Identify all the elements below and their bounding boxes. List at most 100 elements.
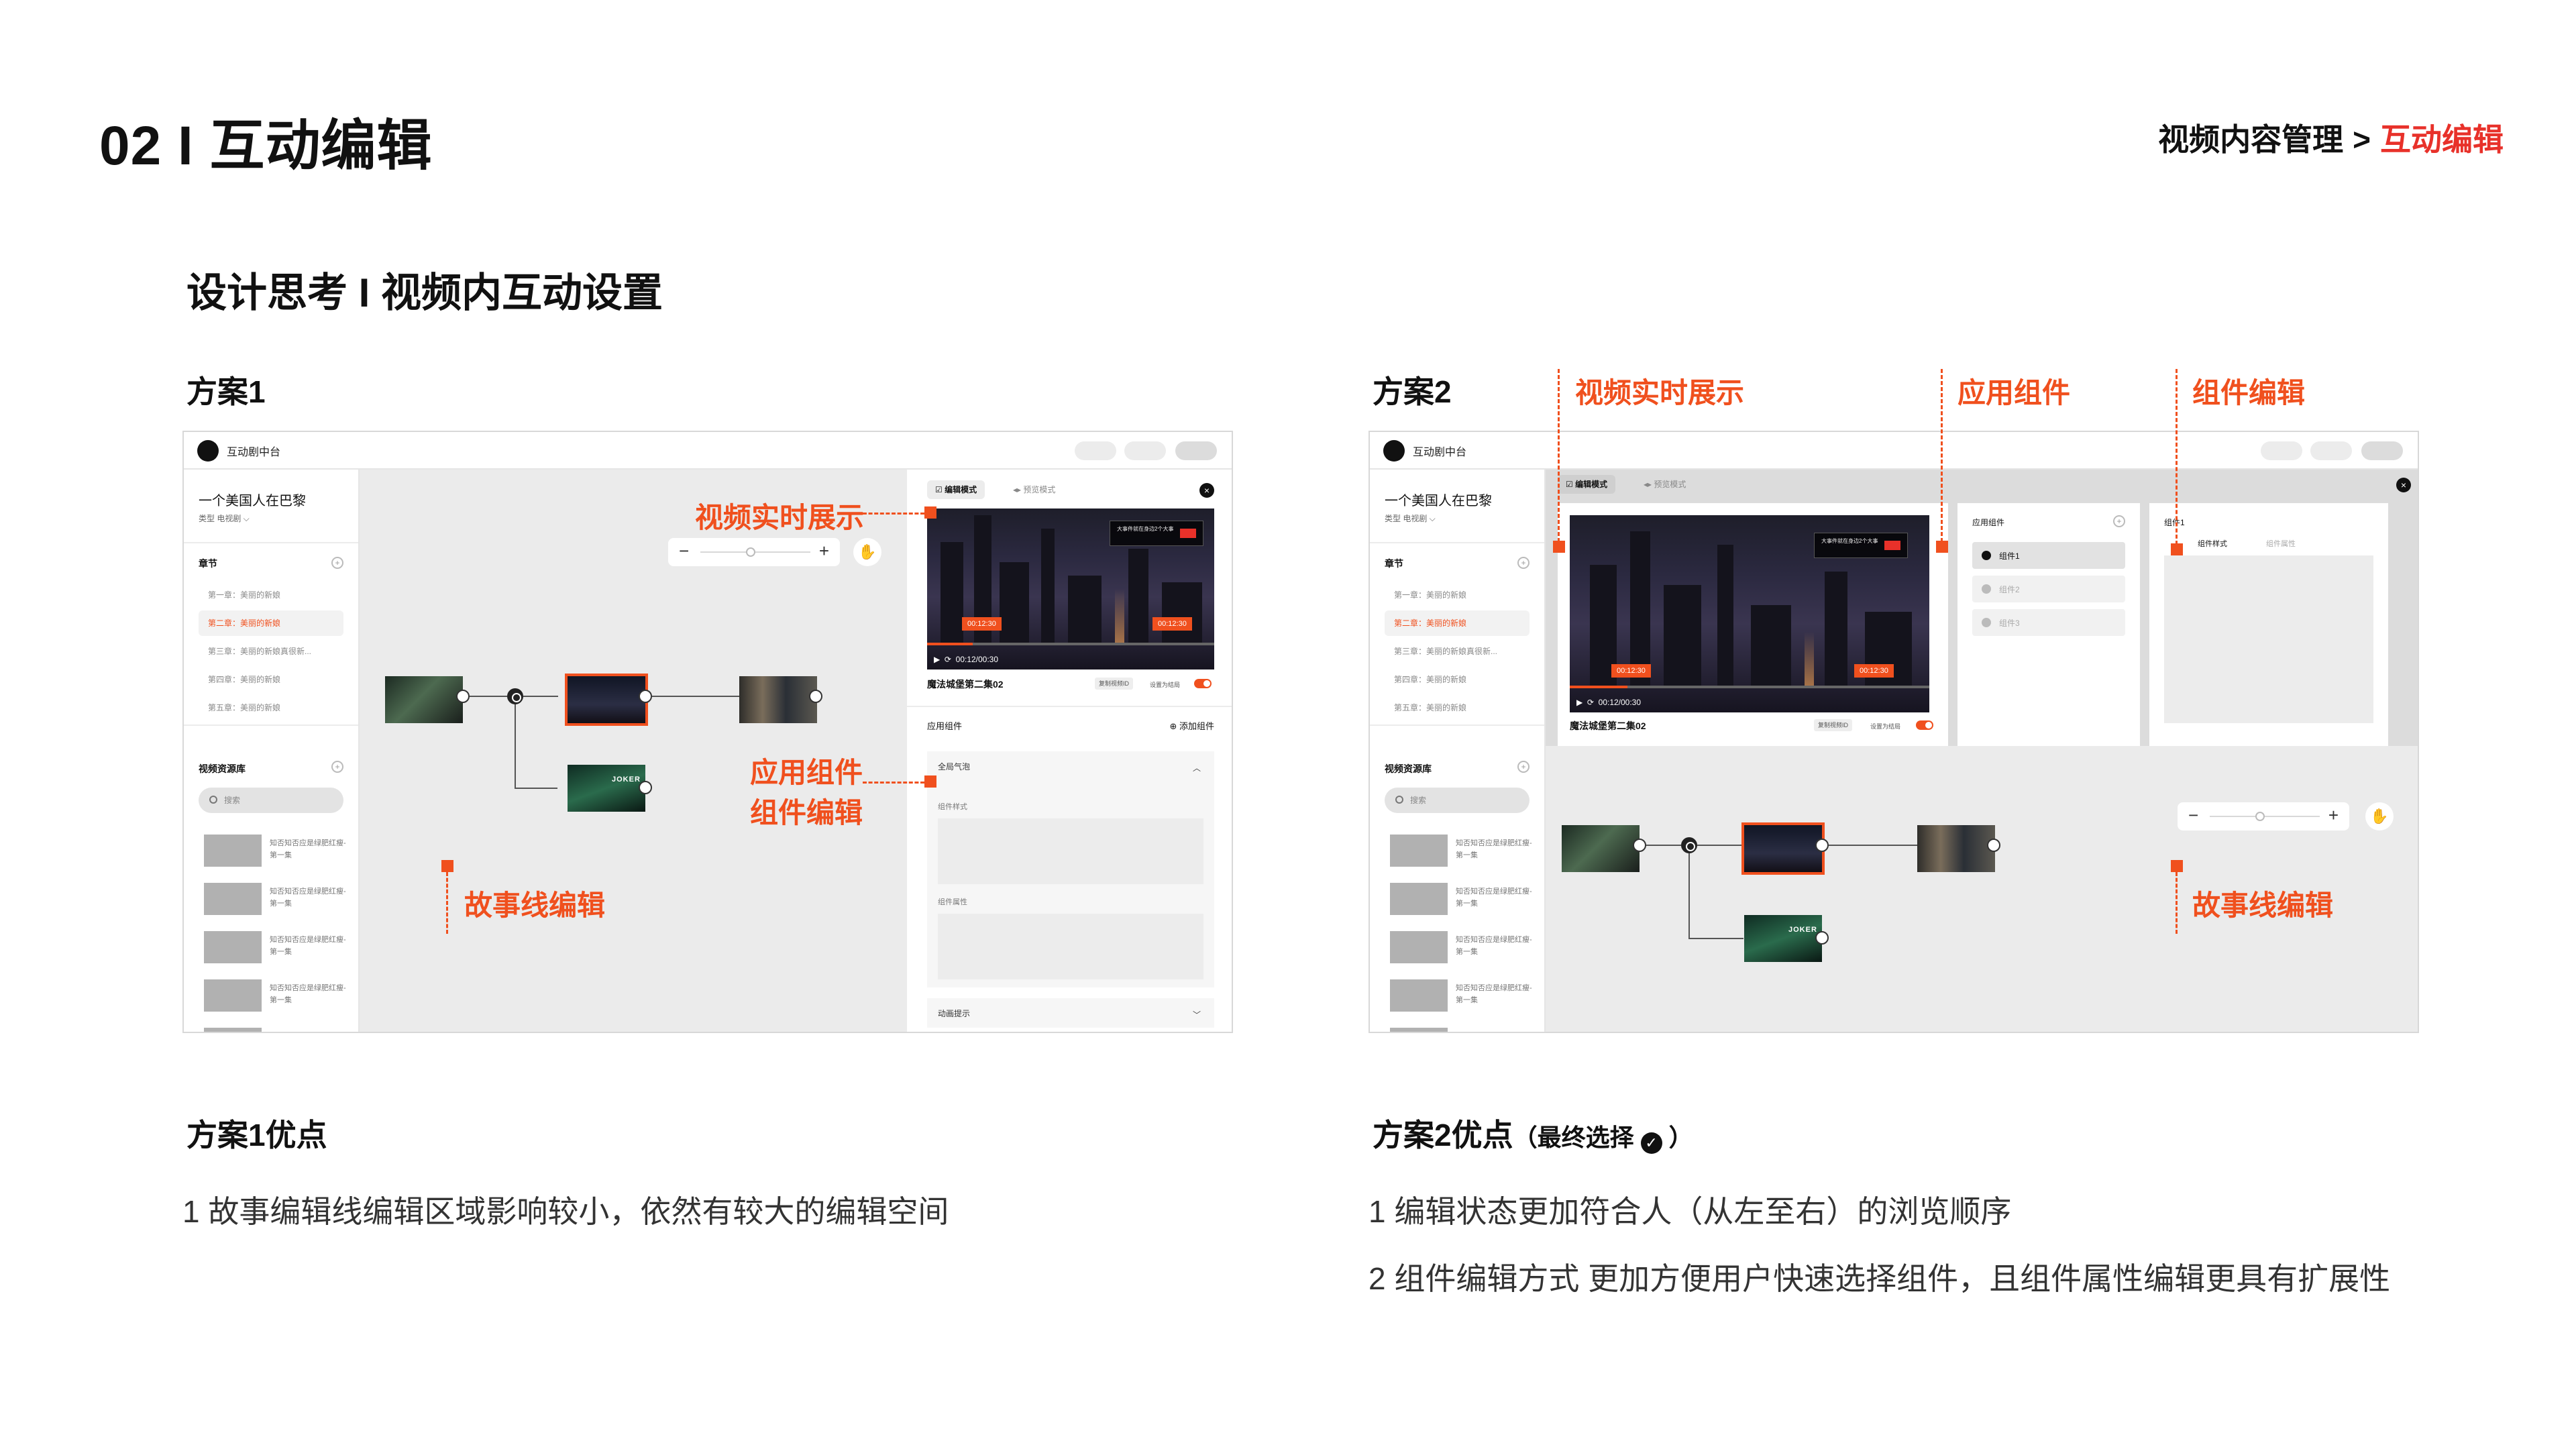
time-badge[interactable]: 00:12:30: [1152, 617, 1192, 631]
node-connector[interactable]: [1633, 839, 1646, 852]
component-item-selected[interactable]: 组件1: [1972, 542, 2125, 569]
zoom-in-button[interactable]: +: [819, 541, 829, 561]
accordion-header-animation[interactable]: 动画提示 ﹀: [927, 998, 1214, 1028]
chapter-item[interactable]: 第三章：美丽的新娘真很新...: [1385, 639, 1529, 664]
resource-title[interactable]: 知否知否应是绿肥红瘦-第一集: [270, 982, 350, 1006]
resource-thumbnail[interactable]: [204, 931, 262, 963]
node-connector[interactable]: [809, 690, 822, 703]
add-icon[interactable]: +: [331, 761, 343, 773]
chapter-item[interactable]: 第五章：美丽的新娘: [1385, 695, 1529, 720]
zoom-slider-knob[interactable]: [2255, 812, 2265, 821]
story-node-thumbnail[interactable]: [1917, 825, 1995, 872]
set-ending-toggle[interactable]: [1916, 720, 1933, 730]
topbar-pill[interactable]: [1075, 441, 1116, 460]
zoom-slider-knob[interactable]: [746, 547, 755, 557]
breadcrumb-parent[interactable]: 视频内容管理: [2158, 122, 2343, 157]
resource-thumbnail[interactable]: [204, 979, 262, 1012]
component-props-field[interactable]: [938, 914, 1203, 979]
user-pill[interactable]: [2361, 441, 2403, 460]
close-icon[interactable]: ×: [2396, 478, 2411, 492]
search-input[interactable]: 搜索: [1385, 788, 1529, 813]
chapter-item[interactable]: 第一章：美丽的新娘: [199, 582, 343, 608]
chapter-item[interactable]: 第四章：美丽的新娘: [199, 667, 343, 692]
video-ad-overlay[interactable]: 大事件就在身边2个大事: [1110, 521, 1203, 546]
topbar-pill[interactable]: [1124, 441, 1166, 460]
add-component-button[interactable]: ⊕ 添加组件: [1169, 719, 1214, 732]
copy-video-id-button[interactable]: 复制视频ID: [1814, 719, 1853, 731]
resource-thumbnail[interactable]: [1390, 835, 1448, 867]
resource-title[interactable]: 知否知否应是绿肥红瘦-第一集: [1456, 837, 1536, 861]
tab-preview-mode[interactable]: ◂▸ 预览模式: [1635, 475, 1694, 494]
chapter-item-selected[interactable]: 第二章：美丽的新娘: [1385, 610, 1529, 636]
play-icon[interactable]: ▶: [934, 655, 940, 664]
resource-thumbnail[interactable]: [204, 835, 262, 867]
node-connector[interactable]: [1815, 931, 1829, 945]
time-badge[interactable]: 00:12:30: [1611, 664, 1651, 678]
story-node-thumbnail[interactable]: JOKER: [568, 765, 645, 812]
time-badge[interactable]: 00:12:30: [962, 617, 1002, 631]
resource-title[interactable]: 知否知否应是绿肥红瘦-第一集: [1456, 885, 1536, 910]
show-type[interactable]: 类型 电视剧 ⌵: [1385, 513, 1436, 524]
video-progress[interactable]: [927, 643, 1214, 645]
resource-thumbnail[interactable]: [204, 1028, 262, 1032]
tab-component-style[interactable]: 组件样式: [2198, 538, 2227, 549]
node-connector[interactable]: [639, 781, 652, 794]
story-node-thumbnail-selected[interactable]: [565, 674, 648, 726]
search-input[interactable]: 搜索: [199, 788, 343, 813]
add-icon[interactable]: +: [1517, 557, 1529, 569]
video-progress[interactable]: [1570, 686, 1929, 688]
node-connector[interactable]: [1815, 839, 1829, 852]
component-style-field[interactable]: [938, 818, 1203, 884]
zoom-track[interactable]: [700, 551, 810, 553]
resource-title[interactable]: 知否知否应是绿肥红瘦-第一集: [1456, 934, 1536, 958]
branch-icon[interactable]: [507, 688, 523, 704]
zoom-in-button[interactable]: +: [2328, 805, 2339, 826]
node-connector[interactable]: [639, 690, 652, 703]
resource-thumbnail[interactable]: [1390, 931, 1448, 963]
story-node-thumbnail[interactable]: [739, 676, 817, 723]
user-pill[interactable]: [1175, 441, 1217, 460]
branch-icon[interactable]: [1681, 837, 1697, 853]
story-node-thumbnail[interactable]: JOKER: [1744, 915, 1822, 962]
tab-edit-mode[interactable]: ☑ 编辑模式: [927, 480, 985, 499]
accordion-header-global-bubble[interactable]: 全局气泡 ︿: [927, 751, 1214, 781]
set-ending-toggle[interactable]: [1194, 679, 1212, 688]
chapter-item[interactable]: 第一章：美丽的新娘: [1385, 582, 1529, 608]
chapter-item[interactable]: 第五章：美丽的新娘: [199, 695, 343, 720]
video-player[interactable]: 大事件就在身边2个大事 00:12:30 00:12:30 ▶ ⟳ 00:12/…: [1570, 515, 1929, 712]
story-node-thumbnail[interactable]: [1562, 825, 1640, 872]
zoom-out-button[interactable]: −: [2188, 805, 2198, 826]
show-type[interactable]: 类型 电视剧 ⌵: [199, 513, 250, 524]
resource-thumbnail[interactable]: [1390, 979, 1448, 1012]
component-item[interactable]: 组件2: [1972, 576, 2125, 602]
video-ad-overlay[interactable]: 大事件就在身边2个大事: [1814, 533, 1908, 558]
resource-thumbnail[interactable]: [1390, 883, 1448, 915]
resource-title[interactable]: 知否知否应是绿肥红瘦-第一集: [270, 934, 350, 958]
story-node-thumbnail[interactable]: [385, 676, 463, 723]
add-icon[interactable]: +: [2113, 515, 2125, 527]
add-icon[interactable]: +: [331, 557, 343, 569]
add-icon[interactable]: +: [1517, 761, 1529, 773]
hand-icon[interactable]: ✋: [2365, 802, 2394, 830]
topbar-pill[interactable]: [2261, 441, 2302, 460]
resource-title[interactable]: 知否知否应是绿肥红瘦-第一集: [1456, 982, 1536, 1006]
replay-icon[interactable]: ⟳: [945, 655, 951, 664]
zoom-track[interactable]: [2210, 816, 2320, 817]
chapter-item[interactable]: 第三章：美丽的新娘真很新...: [199, 639, 343, 664]
time-badge[interactable]: 00:12:30: [1854, 664, 1894, 678]
resource-title[interactable]: 知否知否应是绿肥红瘦-第一集: [1456, 1030, 1536, 1032]
node-connector[interactable]: [1987, 839, 2000, 852]
replay-icon[interactable]: ⟳: [1587, 698, 1594, 707]
topbar-pill[interactable]: [2310, 441, 2352, 460]
copy-video-id-button[interactable]: 复制视频ID: [1095, 678, 1134, 690]
chapter-item-selected[interactable]: 第二章：美丽的新娘: [199, 610, 343, 636]
resource-title[interactable]: 知否知否应是绿肥红瘦-第一集: [270, 837, 350, 861]
tab-edit-mode[interactable]: ☑ 编辑模式: [1558, 475, 1616, 494]
close-icon[interactable]: ×: [1199, 483, 1214, 498]
video-player[interactable]: 大事件就在身边2个大事 00:12:30 00:12:30 ▶ ⟳ 00:12/…: [927, 508, 1214, 669]
tab-component-props[interactable]: 组件属性: [2266, 538, 2296, 549]
resource-thumbnail[interactable]: [204, 883, 262, 915]
node-connector[interactable]: [456, 690, 470, 703]
chapter-item[interactable]: 第四章：美丽的新娘: [1385, 667, 1529, 692]
resource-title[interactable]: 知否知否应是绿肥红瘦-第一集: [270, 1030, 350, 1032]
